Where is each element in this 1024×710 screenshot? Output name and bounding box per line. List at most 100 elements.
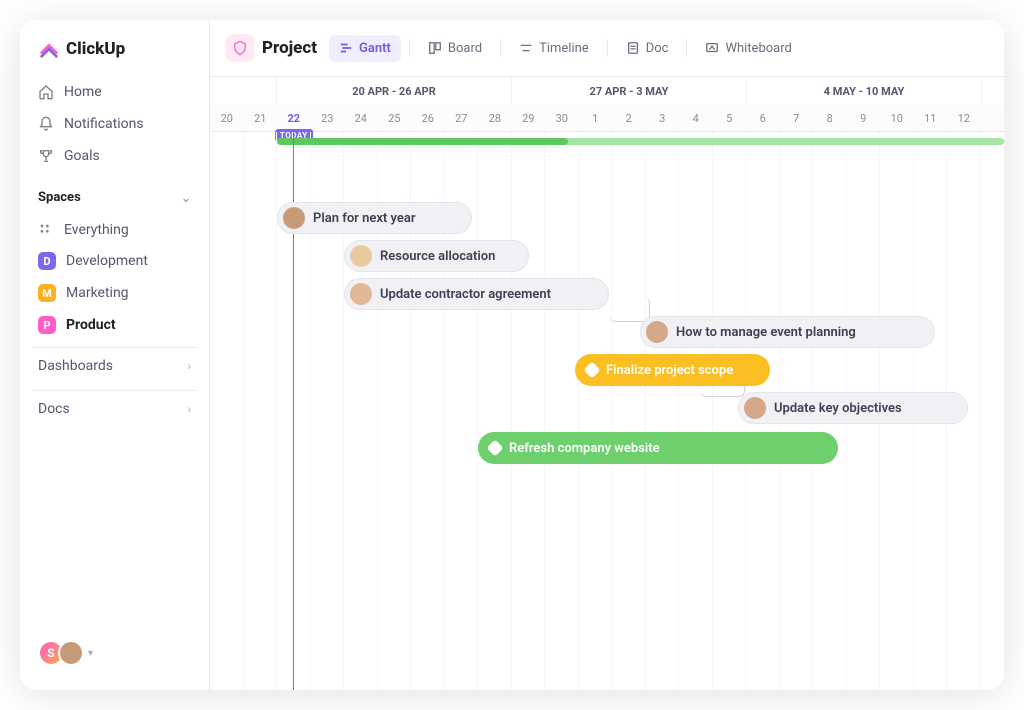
day-cell[interactable]: 9 — [847, 105, 881, 131]
progress-fill — [277, 138, 568, 145]
view-tab-whiteboard[interactable]: Whiteboard — [695, 35, 801, 62]
avatar — [350, 283, 372, 305]
view-tab-doc[interactable]: Doc — [616, 35, 679, 62]
task-label: Update key objectives — [774, 401, 902, 416]
project-icon — [226, 34, 254, 62]
task-connector — [610, 297, 650, 322]
bell-icon — [38, 116, 54, 132]
task-bar[interactable]: Plan for next year — [277, 202, 472, 234]
day-cell[interactable]: 21 — [244, 105, 278, 131]
day-cell[interactable]: 27 — [445, 105, 479, 131]
task-bar[interactable]: Update contractor agreement — [344, 278, 609, 310]
nav-label: Home — [64, 84, 102, 100]
doc-icon — [626, 41, 640, 55]
day-cell[interactable]: 20 — [210, 105, 244, 131]
day-cell[interactable]: 29 — [512, 105, 546, 131]
day-cell[interactable]: 5 — [713, 105, 747, 131]
nav-goals[interactable]: Goals — [32, 140, 197, 172]
task-bar[interactable]: Update key objectives — [738, 392, 968, 424]
board-icon — [428, 41, 442, 55]
avatar — [744, 397, 766, 419]
sidebar-dashboards[interactable]: Dashboards › — [32, 347, 197, 384]
view-tab-timeline[interactable]: Timeline — [509, 35, 599, 62]
day-cell[interactable]: 2 — [612, 105, 646, 131]
task-label: Resource allocation — [380, 249, 495, 264]
grid-column — [646, 132, 680, 690]
grid-column — [545, 132, 579, 690]
avatar — [58, 640, 84, 666]
day-cell[interactable]: 26 — [411, 105, 445, 131]
sidebar-space-product[interactable]: P Product — [32, 309, 197, 341]
sidebar-docs[interactable]: Docs › — [32, 390, 197, 427]
timeline-body[interactable]: Plan for next year Resource allocation Upd… — [210, 132, 1004, 690]
view-label: Whiteboard — [725, 41, 791, 56]
day-cell[interactable]: 24 — [344, 105, 378, 131]
grid-column — [579, 132, 613, 690]
toolbar: Project Gantt Board Timeline Doc — [210, 20, 1004, 77]
space-badge: D — [38, 252, 56, 270]
nav-notifications[interactable]: Notifications — [32, 108, 197, 140]
day-cell[interactable]: 30 — [545, 105, 579, 131]
chevron-right-icon: › — [187, 359, 191, 373]
brand-name: ClickUp — [66, 39, 125, 59]
task-bar[interactable]: Finalize project scope — [575, 354, 770, 386]
task-label: How to manage event planning — [676, 325, 856, 340]
logo[interactable]: ClickUp — [32, 38, 197, 76]
spaces-title: Spaces — [38, 190, 81, 205]
user-avatars[interactable]: S ▾ — [32, 640, 197, 672]
view-label: Doc — [646, 41, 669, 56]
divider — [500, 39, 501, 57]
diamond-icon — [487, 440, 504, 457]
project-header[interactable]: Project — [226, 34, 325, 62]
week-label: 4 MAY - 10 MAY — [747, 77, 982, 105]
day-cell[interactable]: 10 — [880, 105, 914, 131]
day-cell[interactable]: 12 — [947, 105, 981, 131]
sidebar: ClickUp Home Notifications Goals Spaces … — [20, 20, 210, 690]
main-content: Project Gantt Board Timeline Doc — [210, 20, 1004, 690]
avatar — [350, 245, 372, 267]
day-cell[interactable]: 22TODAY — [277, 105, 311, 131]
everything-label: Everything — [64, 222, 129, 238]
sidebar-space-marketing[interactable]: M Marketing — [32, 277, 197, 309]
day-cell[interactable]: 28 — [478, 105, 512, 131]
day-cell[interactable]: 7 — [780, 105, 814, 131]
day-cell[interactable]: 11 — [914, 105, 948, 131]
sidebar-everything[interactable]: Everything — [32, 215, 197, 245]
task-label: Update contractor agreement — [380, 287, 551, 302]
week-cell-empty — [210, 77, 277, 105]
grid-column — [478, 132, 512, 690]
week-label: 27 APR - 3 MAY — [512, 77, 747, 105]
task-bar[interactable]: Resource allocation — [344, 240, 529, 272]
view-label: Board — [448, 41, 482, 56]
day-cell[interactable]: 1 — [579, 105, 613, 131]
chevron-right-icon: › — [187, 402, 191, 416]
sidebar-space-development[interactable]: D Development — [32, 245, 197, 277]
week-row: 20 APR - 26 APR 27 APR - 3 MAY 4 MAY - 1… — [210, 77, 1004, 105]
task-label: Refresh company website — [509, 441, 660, 456]
grid-column — [244, 132, 278, 690]
chevron-down-icon: ▾ — [88, 648, 93, 659]
view-label: Timeline — [539, 41, 589, 56]
view-tab-board[interactable]: Board — [418, 35, 492, 62]
task-bar[interactable]: Refresh company website — [478, 432, 838, 464]
trophy-icon — [38, 148, 54, 164]
view-tab-gantt[interactable]: Gantt — [329, 35, 401, 62]
grid-column — [210, 132, 244, 690]
timeline-icon — [519, 41, 533, 55]
spaces-header[interactable]: Spaces ⌄ — [32, 172, 197, 215]
day-cell[interactable]: 8 — [813, 105, 847, 131]
divider — [607, 39, 608, 57]
app-window: ClickUp Home Notifications Goals Spaces … — [20, 20, 1004, 690]
week-label: 20 APR - 26 APR — [277, 77, 512, 105]
day-cell[interactable]: 25 — [378, 105, 412, 131]
grid-icon — [38, 222, 54, 238]
nav-home[interactable]: Home — [32, 76, 197, 108]
view-label: Gantt — [359, 41, 391, 56]
day-cell[interactable]: 4 — [679, 105, 713, 131]
space-label: Product — [66, 317, 116, 333]
day-cell[interactable]: 6 — [746, 105, 780, 131]
day-cell[interactable]: 23 — [311, 105, 345, 131]
diamond-icon — [584, 362, 601, 379]
task-bar[interactable]: How to manage event planning — [640, 316, 935, 348]
day-cell[interactable]: 3 — [646, 105, 680, 131]
